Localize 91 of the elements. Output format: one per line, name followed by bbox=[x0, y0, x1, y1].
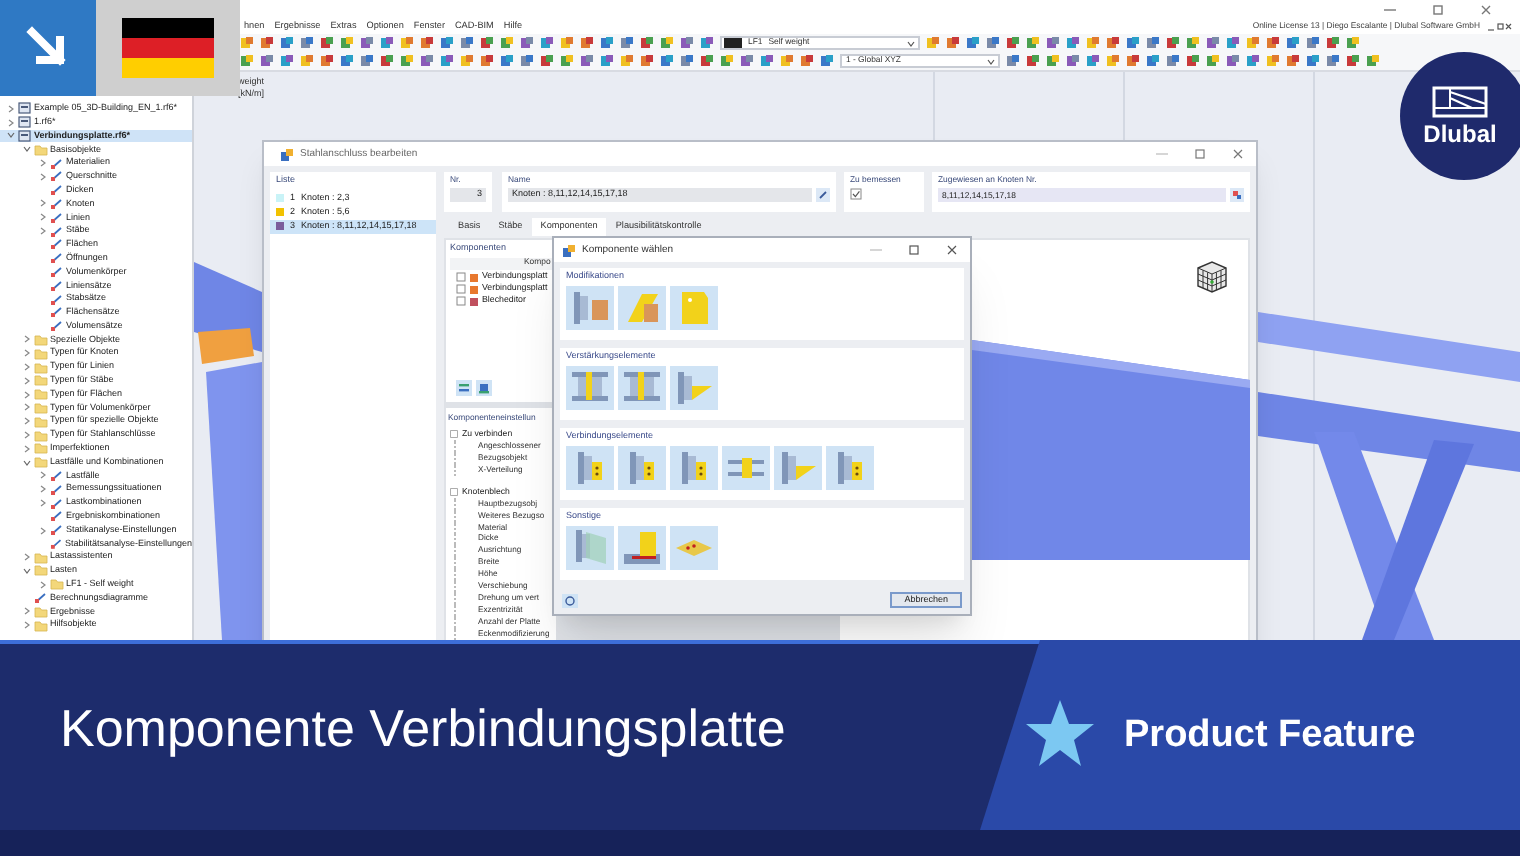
flag-icon bbox=[122, 18, 214, 78]
chevron-icon[interactable] bbox=[38, 579, 48, 590]
caret-icon bbox=[986, 57, 996, 65]
chevron-icon[interactable] bbox=[22, 443, 32, 454]
remove-component-icon[interactable] bbox=[476, 380, 492, 396]
component-tile[interactable] bbox=[826, 445, 874, 489]
chevron-icon[interactable] bbox=[22, 362, 32, 373]
chevron-icon[interactable] bbox=[22, 430, 32, 441]
maximize-icon[interactable] bbox=[908, 244, 920, 256]
maximize-icon[interactable] bbox=[1194, 148, 1206, 160]
dialog-icon bbox=[280, 147, 294, 161]
chevron-icon[interactable] bbox=[38, 484, 48, 495]
close-icon[interactable] bbox=[1232, 148, 1244, 160]
chevron-icon[interactable] bbox=[22, 375, 32, 386]
minimize-icon[interactable] bbox=[1384, 4, 1396, 16]
steel-part-icon bbox=[676, 539, 712, 555]
info-icon[interactable] bbox=[562, 593, 578, 607]
steel-part-icon bbox=[624, 531, 660, 563]
checkbox[interactable] bbox=[850, 188, 862, 201]
dialog-icon bbox=[562, 243, 576, 257]
component-tile[interactable] bbox=[722, 445, 770, 489]
steel-part-icon bbox=[677, 371, 711, 403]
component-tile[interactable] bbox=[670, 365, 718, 409]
edit-button[interactable] bbox=[816, 188, 830, 203]
chevron-icon[interactable] bbox=[22, 334, 32, 345]
component-tile[interactable] bbox=[618, 365, 666, 409]
close-icon[interactable] bbox=[1480, 4, 1492, 16]
checkbox[interactable] bbox=[456, 296, 466, 306]
component-tile[interactable] bbox=[566, 365, 614, 409]
chevron-icon[interactable] bbox=[38, 198, 48, 209]
component-tile[interactable] bbox=[566, 285, 614, 329]
component-tile[interactable] bbox=[618, 285, 666, 329]
component-tile[interactable] bbox=[774, 445, 822, 489]
checkbox[interactable] bbox=[456, 272, 466, 282]
steel-part-icon bbox=[627, 293, 657, 321]
close-icon[interactable] bbox=[946, 244, 958, 256]
component-tile[interactable] bbox=[670, 285, 718, 329]
chevron-icon[interactable] bbox=[6, 103, 16, 114]
chevron-icon[interactable] bbox=[22, 565, 32, 576]
checkbox[interactable] bbox=[450, 430, 458, 439]
caret-icon bbox=[906, 39, 916, 47]
chevron-icon[interactable] bbox=[22, 457, 32, 468]
steel-part-icon bbox=[578, 451, 602, 483]
view-cube-icon bbox=[1192, 256, 1232, 296]
pick-button[interactable] bbox=[1230, 188, 1244, 203]
steel-part-icon bbox=[781, 451, 815, 483]
checkbox[interactable] bbox=[450, 487, 458, 496]
steel-part-icon bbox=[624, 372, 660, 402]
object-icon bbox=[34, 592, 48, 605]
chevron-icon[interactable] bbox=[6, 117, 16, 128]
steel-part-icon bbox=[681, 291, 707, 323]
steel-part-icon bbox=[630, 451, 654, 483]
chevron-icon[interactable] bbox=[38, 525, 48, 536]
star-icon bbox=[1022, 698, 1098, 770]
component-tile[interactable] bbox=[566, 445, 614, 489]
window-controls-icon[interactable] bbox=[1488, 22, 1512, 32]
chevron-icon[interactable] bbox=[22, 389, 32, 400]
pick-icon bbox=[1232, 190, 1242, 201]
steel-part-icon bbox=[728, 457, 764, 477]
logo-text: Dlubal bbox=[1423, 122, 1497, 146]
component-tile[interactable] bbox=[618, 525, 666, 569]
chevron-icon[interactable] bbox=[22, 144, 32, 155]
pencil-icon bbox=[818, 190, 828, 201]
chevron-icon[interactable] bbox=[6, 130, 16, 141]
chevron-icon[interactable] bbox=[38, 171, 48, 182]
steel-part-icon bbox=[838, 451, 862, 483]
steel-part-icon bbox=[682, 451, 706, 483]
feature-tag: Product Feature bbox=[1124, 716, 1416, 754]
component-tile[interactable] bbox=[670, 445, 718, 489]
chevron-icon[interactable] bbox=[22, 552, 32, 563]
component-tile[interactable] bbox=[618, 445, 666, 489]
chevron-icon[interactable] bbox=[22, 348, 32, 359]
steel-part-icon bbox=[573, 291, 607, 323]
chevron-icon[interactable] bbox=[38, 158, 48, 169]
chevron-icon[interactable] bbox=[38, 212, 48, 223]
bridge-icon bbox=[1432, 86, 1488, 118]
add-component-icon[interactable] bbox=[456, 380, 472, 396]
chevron-icon[interactable] bbox=[22, 606, 32, 617]
chevron-icon[interactable] bbox=[38, 498, 48, 508]
chevron-icon[interactable] bbox=[22, 402, 32, 413]
component-tile[interactable] bbox=[566, 525, 614, 569]
steel-part-icon bbox=[572, 372, 608, 402]
maximize-icon[interactable] bbox=[1432, 4, 1444, 16]
checkbox[interactable] bbox=[456, 284, 466, 294]
chevron-icon[interactable] bbox=[22, 416, 32, 427]
steel-part-icon bbox=[575, 530, 605, 564]
chevron-icon[interactable] bbox=[22, 620, 32, 631]
chevron-icon[interactable] bbox=[38, 470, 48, 481]
banner-title: Komponente Verbindungsplatte bbox=[60, 702, 786, 754]
component-tile[interactable] bbox=[670, 525, 718, 569]
chevron-icon[interactable] bbox=[38, 226, 48, 237]
